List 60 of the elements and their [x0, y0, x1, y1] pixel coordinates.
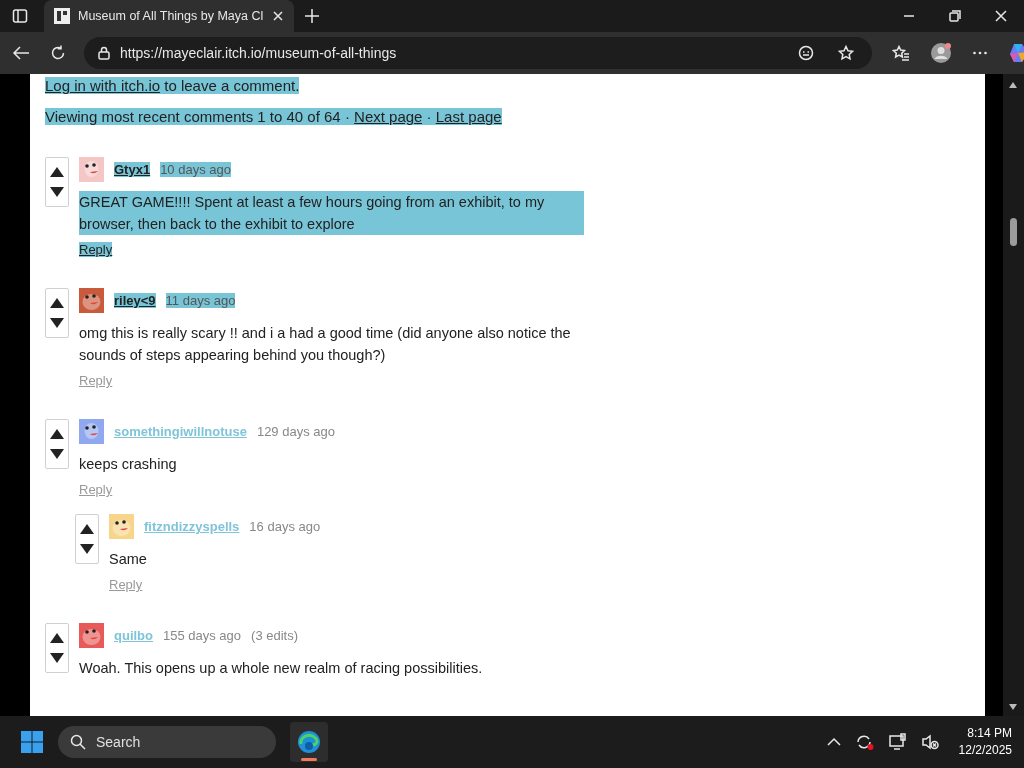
scrollbar[interactable] — [1003, 74, 1024, 716]
comment-time: 129 days ago — [256, 424, 335, 439]
clock-time[interactable]: 8:14 PM — [967, 725, 1012, 742]
comment-time: 10 days ago — [160, 162, 231, 177]
author-link[interactable]: Gtyx1 — [114, 162, 151, 177]
upvote-icon[interactable] — [80, 524, 94, 534]
tab-title: Museum of All Things by Maya Cl — [78, 9, 264, 23]
comment-text: Woah. This opens up a whole new realm of racing possibilities. — [79, 659, 483, 678]
star-icon[interactable] — [838, 45, 854, 61]
pagination-text: Viewing most recent comments 1 to 40 of 64 · — [45, 108, 355, 125]
downvote-icon[interactable] — [50, 187, 64, 197]
comment-text: keeps crashing — [79, 455, 177, 474]
login-note-text: to leave a comment. — [160, 77, 300, 94]
upvote-icon[interactable] — [50, 298, 64, 308]
new-tab-icon[interactable] — [304, 8, 320, 24]
taskbar-app[interactable] — [290, 722, 328, 762]
downvote-icon[interactable] — [50, 318, 64, 328]
comment-time: 16 days ago — [249, 519, 321, 534]
windows-icon[interactable] — [20, 730, 44, 754]
sync-icon[interactable] — [854, 733, 875, 751]
address-field[interactable]: https://mayeclair.itch.io/museum-of-all-things — [84, 37, 872, 69]
back-icon[interactable] — [12, 45, 30, 61]
network-icon[interactable] — [888, 733, 907, 751]
close-icon[interactable] — [272, 10, 284, 22]
browser-icon — [297, 730, 321, 754]
downvote-icon[interactable] — [50, 449, 64, 459]
search-icon — [70, 734, 86, 750]
edit-count: (3 edits) — [251, 628, 299, 643]
clock-date[interactable]: 12/2/2025 — [958, 742, 1012, 759]
search-field[interactable]: Search — [58, 726, 276, 758]
chevron-up-icon[interactable] — [826, 737, 841, 747]
lock-icon — [98, 46, 110, 60]
comment-text: GREAT GAME!!!! Spent at least a few hours going from an exhibit, to my browser, then back to the exhibit to explore — [79, 191, 584, 235]
reply-link[interactable]: Reply — [79, 242, 113, 257]
profile-icon[interactable] — [930, 42, 952, 64]
login-link[interactable]: Log in with itch.io — [45, 77, 161, 94]
copilot-icon[interactable] — [1008, 42, 1024, 64]
speaker-muted-icon[interactable] — [920, 733, 939, 751]
downvote-icon[interactable] — [50, 653, 64, 663]
refresh-icon[interactable] — [50, 45, 66, 61]
next-page-link[interactable]: Next page — [354, 108, 423, 125]
comment-time: 11 days ago — [165, 293, 236, 308]
close-icon[interactable] — [995, 10, 1007, 22]
emoji-icon[interactable] — [798, 45, 814, 61]
favorites-icon[interactable] — [892, 45, 910, 61]
favicon-icon — [54, 8, 70, 24]
upvote-icon[interactable] — [50, 167, 64, 177]
comment-text: Same — [109, 550, 147, 569]
author-link[interactable]: riley<9 — [114, 293, 156, 308]
last-page-link[interactable]: Last page — [435, 108, 502, 125]
url-text: https://mayeclair.itch.io/museum-of-all-things — [120, 45, 397, 61]
comment-time: 155 days ago — [163, 628, 242, 643]
sidebar-icon[interactable] — [12, 8, 28, 24]
restore-icon[interactable] — [949, 10, 961, 22]
downvote-icon[interactable] — [80, 544, 94, 554]
separator-text: · — [422, 108, 436, 125]
upvote-icon[interactable] — [50, 429, 64, 439]
upvote-icon[interactable] — [50, 633, 64, 643]
browser-tab[interactable]: Museum of All Things by Maya Cl — [44, 0, 294, 32]
comment-text: omg this is really scary !! and i a had a good time (did anyone also notice the sounds of steps appearing behind you though?) — [79, 324, 572, 365]
